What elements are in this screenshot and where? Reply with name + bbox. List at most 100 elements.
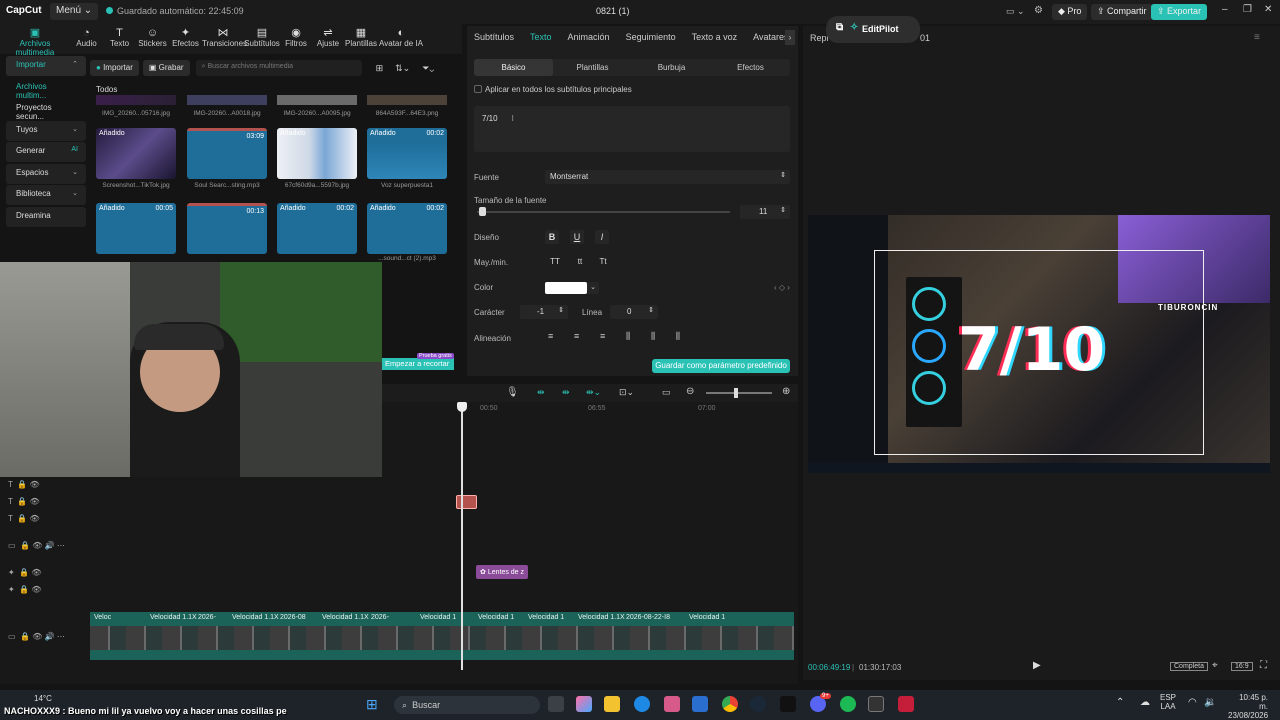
align-bottom-icon[interactable]: ⫼ [676, 331, 680, 345]
tool-templates[interactable]: ▦ Plantillas [344, 24, 378, 54]
menu-button[interactable]: Menú ⌄ [50, 3, 99, 20]
nav-generate[interactable]: Generar AI [6, 142, 86, 162]
lowercase-button[interactable]: tt [573, 255, 587, 269]
tab-subtitles[interactable]: Subtítulos [474, 32, 514, 42]
tab-animation[interactable]: Animación [568, 32, 610, 42]
record-button[interactable]: ▣ Grabar [142, 60, 190, 76]
zoom-in-icon[interactable]: ⊕ [782, 386, 790, 397]
preview-axis-icon[interactable]: ⊡⌄ [619, 387, 634, 398]
file-explorer-icon[interactable] [604, 696, 620, 712]
playhead-handle[interactable] [457, 402, 467, 412]
text-input[interactable]: 7/10 I [474, 106, 790, 152]
size-slider[interactable] [477, 211, 730, 213]
apply-all-checkbox[interactable] [474, 85, 482, 93]
subtab-basic[interactable]: Básico [474, 59, 553, 76]
lock-icon[interactable]: 🔒 [19, 568, 29, 577]
zoom-slider[interactable] [706, 392, 772, 394]
media-item[interactable]: Añadido 00:05 [96, 203, 176, 254]
align-center-icon[interactable]: ≡ [574, 331, 579, 345]
microphone-icon[interactable]: 🎙 [506, 387, 519, 398]
font-select[interactable]: Montserrat ⇕ [545, 170, 790, 184]
share-button[interactable]: ⇪ Compartir [1091, 4, 1153, 20]
nav-dreamina[interactable]: Dreamina [6, 206, 86, 227]
media-thumb[interactable] [187, 95, 267, 105]
nav-spaces[interactable]: Espacios ⌄ [6, 163, 86, 184]
chrome-icon[interactable] [722, 696, 738, 712]
tool-media[interactable]: ▣ Archivos multimedia [0, 24, 70, 57]
zoom-slider-handle[interactable] [734, 388, 738, 398]
media-thumb[interactable] [96, 95, 176, 105]
align-right-icon[interactable]: ≡ [600, 331, 605, 345]
chevron-up-icon[interactable]: ⌃ [1116, 697, 1124, 708]
editpilot-button[interactable]: ⧉ ✧ EditPilot [826, 16, 920, 43]
media-item[interactable]: Añadido 00:02 ...sound...ct (2).mp3 [367, 203, 447, 262]
outlook-icon[interactable] [692, 696, 708, 712]
uppercase-button[interactable]: TT [548, 255, 562, 269]
tool-audio[interactable]: ◔ Audio [70, 24, 103, 54]
volume-icon[interactable]: 🔉 [1204, 697, 1216, 708]
keyframe-icon[interactable]: ‹ ◇ › [774, 283, 790, 292]
ratio-button[interactable]: 16:9 [1231, 662, 1253, 671]
trim-button[interactable]: Empezar a recortar [382, 358, 454, 370]
media-item[interactable]: 03:09 Soul Searc...sting.mp3 [187, 128, 267, 189]
task-view-icon[interactable] [548, 696, 564, 712]
language-indicator[interactable]: ESP LAA [1160, 693, 1176, 711]
nav-import[interactable]: Importar ⌃ [6, 56, 86, 76]
edge-icon[interactable] [634, 696, 650, 712]
subtab-effects[interactable]: Efectos [711, 59, 790, 76]
media-thumb[interactable] [367, 95, 447, 105]
captions-icon[interactable]: ▭ [662, 387, 671, 398]
menu-icon[interactable]: ≡ [1254, 32, 1260, 43]
tool-transitions[interactable]: ⋈ Transiciones [202, 24, 247, 54]
eye-icon[interactable]: 👁 [30, 480, 40, 489]
media-item[interactable]: Añadido 67cf60d9a...5597b.jpg [277, 128, 357, 189]
subtab-bubble[interactable]: Burbuja [632, 59, 711, 76]
tool-stickers[interactable]: ☺ Stickers [136, 24, 169, 54]
eye-icon[interactable]: 👁 [31, 568, 41, 577]
spotify-icon[interactable] [840, 696, 856, 712]
pro-button[interactable]: ◆ Pro [1052, 4, 1088, 20]
align-top-icon[interactable]: ⫼ [626, 331, 630, 345]
tool-subtitles[interactable]: ▤ Subtítulos [244, 24, 280, 54]
zoom-out-icon[interactable]: ⊖ [686, 386, 694, 397]
import-button[interactable]: ● Importar [90, 60, 139, 76]
save-preset-button[interactable]: Guardar como parámetro predefinido [652, 359, 790, 373]
filter-icon[interactable]: ⏷⌄ [422, 63, 434, 74]
eye-icon[interactable]: 👁 [30, 514, 40, 523]
maximize-icon[interactable]: ❐ [1243, 4, 1252, 15]
effect-clip[interactable]: ✿ Lentes de z [476, 565, 528, 579]
playhead[interactable] [461, 404, 463, 670]
selection-box[interactable] [874, 250, 1204, 455]
subtab-templates[interactable]: Plantillas [553, 59, 632, 76]
capcut-taskbar-icon[interactable] [780, 696, 796, 712]
copilot-icon[interactable] [576, 696, 592, 712]
size-input[interactable]: 11 ⇕ [740, 205, 790, 219]
tab-text-to-speech[interactable]: Texto a voz [692, 32, 738, 42]
link-icon[interactable]: ⇹ [537, 387, 545, 398]
weather-temp[interactable]: 14°C [34, 694, 52, 703]
text-clip[interactable] [456, 495, 477, 509]
nav-yours[interactable]: Tuyos ⌄ [6, 120, 86, 141]
tab-tracking[interactable]: Seguimiento [626, 32, 676, 42]
close-icon[interactable]: ✕ [1264, 4, 1272, 15]
tool-ai-avatar[interactable]: ◐ Avatar de IA [378, 24, 424, 54]
lock-icon[interactable]: 🔒 [17, 480, 27, 489]
align-middle-icon[interactable]: ⫼ [651, 331, 655, 345]
nav-media-files[interactable]: Archivos multim... [6, 78, 86, 100]
fit-button[interactable]: Completa [1170, 662, 1208, 671]
cloud-icon[interactable]: ☁ [1140, 697, 1150, 708]
eye-icon[interactable]: 👁 [31, 585, 41, 594]
chevron-right-icon[interactable]: › [785, 30, 795, 45]
italic-icon[interactable]: I [595, 230, 609, 244]
line-spacing-input[interactable]: 0 ⇕ [610, 305, 658, 319]
size-slider-handle[interactable] [479, 207, 486, 216]
tool-adjust[interactable]: ⇌ Ajuste [312, 24, 344, 54]
screenshot-icon[interactable]: ⌖ [1212, 660, 1218, 671]
minimize-icon[interactable]: – [1222, 4, 1228, 15]
magnet-icon[interactable]: ⇹ [562, 387, 570, 398]
nav-library[interactable]: Biblioteca ⌄ [6, 185, 86, 205]
taskbar-search[interactable]: ⌕ Buscar [394, 696, 540, 714]
eye-icon[interactable]: 👁 [30, 497, 40, 506]
capcut-active-icon[interactable] [868, 696, 884, 712]
color-picker[interactable]: ⌄ [545, 282, 599, 294]
